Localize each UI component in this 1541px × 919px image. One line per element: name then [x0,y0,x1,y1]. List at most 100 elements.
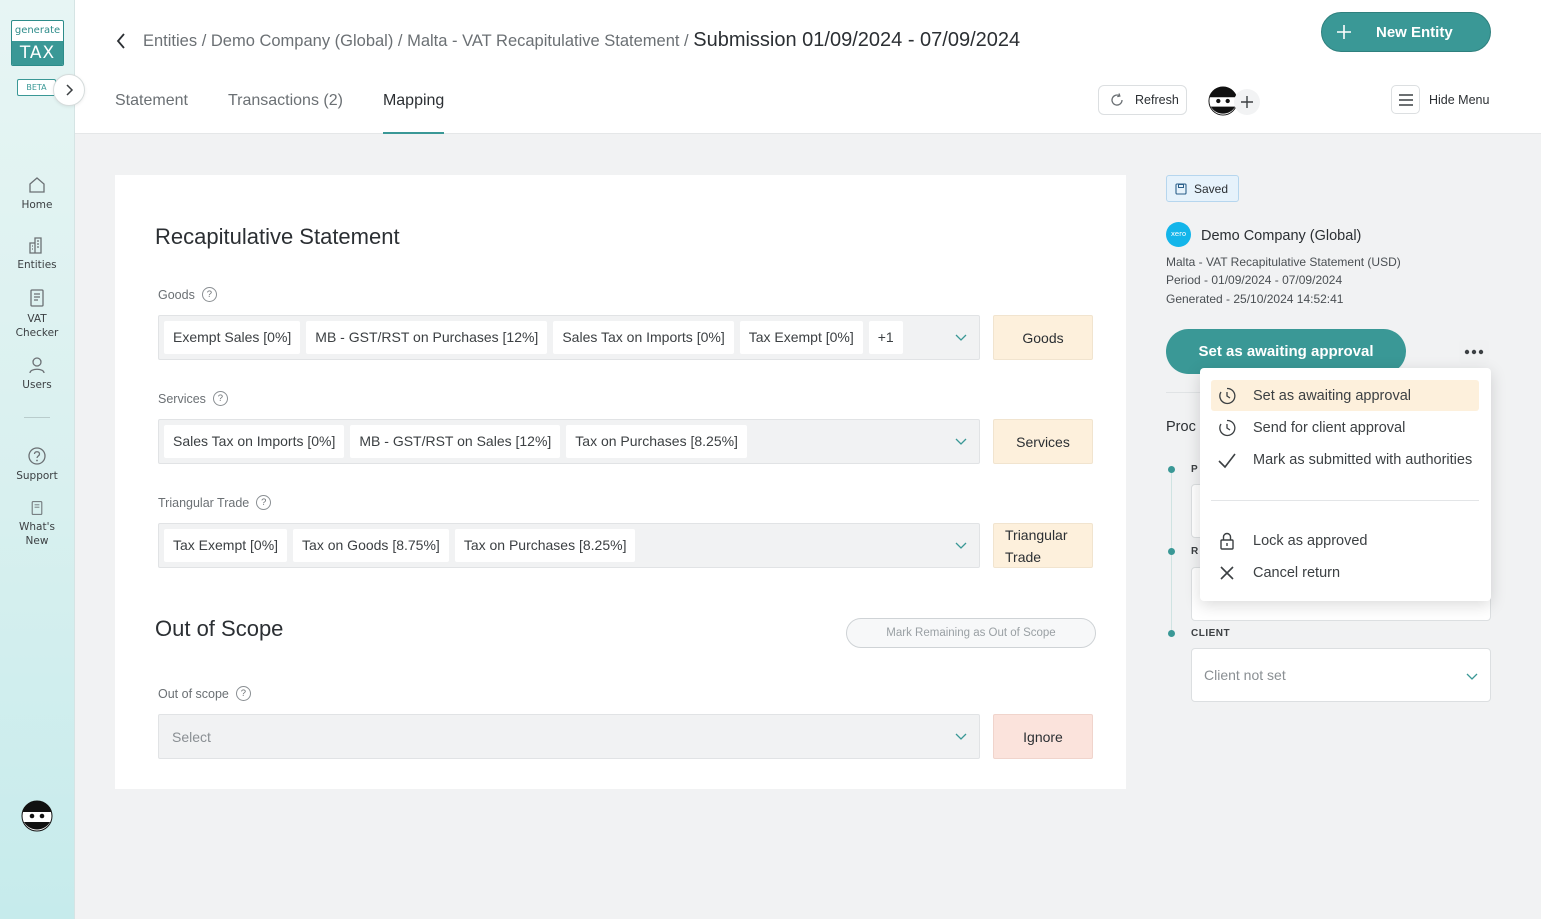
goods-label-text: Goods [158,287,195,302]
triangular-trade-label-text: Triangular Trade [158,495,250,510]
document-icon [30,289,44,307]
menu-icon [1391,85,1420,114]
breadcrumb: Entities / Demo Company (Global) / Malta… [143,29,1020,52]
refresh-button[interactable]: Refresh [1098,85,1187,115]
tag-line: Triangular [1005,526,1068,543]
menu-item-label: Lock as approved [1253,532,1368,549]
goods-tag: Goods [993,315,1093,360]
logo-bottom-text: TAX [12,41,63,65]
services-label-text: Services [158,391,206,406]
client-select[interactable]: Client not set [1191,648,1491,702]
user-icon [29,357,45,374]
menu-item-lock-as-approved[interactable]: Lock as approved [1211,525,1479,556]
help-icon[interactable]: ? [212,391,228,406]
expand-sidebar-button[interactable] [53,74,85,106]
lock-icon [1216,530,1238,552]
services-multiselect[interactable]: Sales Tax on Imports [0%] MB - GST/RST o… [158,419,980,464]
sidebar-item-label: What's New [19,521,55,547]
help-icon[interactable]: ? [201,287,217,302]
tax-rate-chip[interactable]: MB - GST/RST on Purchases [12%] [306,321,548,354]
hide-menu-button[interactable]: Hide Menu [1391,85,1489,114]
tab-transactions[interactable]: Transactions (2) [228,78,343,134]
menu-item-label: Set as awaiting approval [1253,387,1411,404]
timeline-dot [1168,466,1175,473]
more-options-button[interactable] [1459,340,1489,364]
timeline-label: R [1191,546,1199,557]
xero-logo-icon: xero [1166,222,1191,247]
tax-rate-chip[interactable]: Sales Tax on Imports [0%] [164,425,345,458]
tab-statement[interactable]: Statement [115,78,188,134]
triangular-trade-label: Triangular Trade ? [158,495,272,510]
sidebar-item-whats-new[interactable]: What's New [0,500,74,548]
add-user-button[interactable] [1234,89,1260,115]
ignore-tag: Ignore [993,714,1093,759]
sidebar-item-entities[interactable]: Entities [0,235,74,271]
breadcrumb-path[interactable]: Entities / Demo Company (Global) / Malta… [143,32,693,50]
company-name: Demo Company (Global) [1201,228,1362,244]
saved-badge: Saved [1166,175,1239,202]
clock-icon [1216,385,1238,407]
chevron-down-icon[interactable] [955,331,967,343]
section-title: Recapitulative Statement [155,224,400,249]
sidebar-divider [24,417,50,418]
help-icon[interactable]: ? [235,686,251,701]
tax-rate-chip[interactable]: Tax Exempt [0%] [164,529,288,562]
sidebar-item-home[interactable]: Home [0,175,74,211]
plus-icon [1334,22,1354,42]
goods-multiselect[interactable]: Exempt Sales [0%] MB - GST/RST on Purcha… [158,315,980,360]
mark-remaining-out-of-scope-button[interactable]: Mark Remaining as Out of Scope [846,618,1096,648]
tax-rate-chip[interactable]: Tax on Purchases [8.25%] [566,425,747,458]
chevron-down-icon[interactable] [955,435,967,447]
beta-badge: BETA [17,79,56,96]
mapping-card: Recapitulative Statement Goods ? Exempt … [115,175,1126,789]
new-entity-button[interactable]: New Entity [1321,12,1491,52]
tax-rate-chip[interactable]: Exempt Sales [0%] [164,321,301,354]
client-label: CLIENT [1191,628,1231,639]
services-label: Services ? [158,391,228,406]
menu-item-cancel-return[interactable]: Cancel return [1211,557,1479,588]
menu-item-label: Send for client approval [1253,419,1406,436]
generated-line: Generated - 25/10/2024 14:52:41 [1166,292,1344,306]
triangular-trade-multiselect[interactable]: Tax Exempt [0%] Tax on Goods [8.75%] Tax… [158,523,980,568]
tab-mapping[interactable]: Mapping [382,78,445,134]
sidebar-item-vat-checker[interactable]: VAT Checker [0,288,74,340]
menu-item-send-for-client-approval[interactable]: Send for client approval [1211,412,1479,443]
tag-line: Trade [1005,548,1042,565]
menu-item-mark-submitted[interactable]: Mark as submitted with authorities [1211,444,1479,475]
out-of-scope-label: Out of scope ? [158,686,251,701]
chevron-down-icon [1466,673,1478,680]
sidebar-item-label: Support [16,470,58,482]
check-icon [1216,449,1238,471]
sidebar-item-label: Home [21,199,53,211]
home-icon [29,177,45,193]
chevron-down-icon[interactable] [955,730,967,742]
back-arrow-icon[interactable] [111,30,131,52]
out-of-scope-select[interactable]: Select [158,714,980,759]
triangular-trade-tag: Triangular Trade [993,523,1093,568]
chevron-down-icon[interactable] [955,539,967,551]
tax-rate-chip[interactable]: Sales Tax on Imports [0%] [553,321,734,354]
menu-item-label: Cancel return [1253,564,1341,581]
more-chips-count[interactable]: +1 [868,321,903,354]
help-icon[interactable]: ? [256,495,272,510]
app-logo[interactable]: generate TAX [11,20,64,66]
user-avatar-icon[interactable] [21,800,53,832]
clock-icon [1216,417,1238,439]
process-heading: Proc [1166,419,1196,435]
save-icon [1175,182,1187,195]
sidebar-item-users[interactable]: Users [0,355,74,391]
sidebar: generate TAX BETA Home Entities VAT Chec… [0,0,85,919]
sidebar-item-support[interactable]: Support [0,446,74,482]
statement-line: Malta - VAT Recapitulative Statement (US… [1166,255,1401,269]
close-icon [1216,562,1238,584]
tax-rate-chip[interactable]: Tax on Purchases [8.25%] [454,529,636,562]
tax-rate-chip[interactable]: Tax on Goods [8.75%] [293,529,449,562]
menu-item-set-awaiting-approval[interactable]: Set as awaiting approval [1211,380,1479,411]
timeline-dot [1168,630,1175,637]
tax-rate-chip[interactable]: Tax Exempt [0%] [739,321,863,354]
out-of-scope-title: Out of Scope [155,616,284,641]
chevron-right-icon [66,84,74,96]
hide-menu-label: Hide Menu [1429,92,1490,107]
menu-item-label: Mark as submitted with authorities [1253,451,1473,468]
tax-rate-chip[interactable]: MB - GST/RST on Sales [12%] [350,425,561,458]
